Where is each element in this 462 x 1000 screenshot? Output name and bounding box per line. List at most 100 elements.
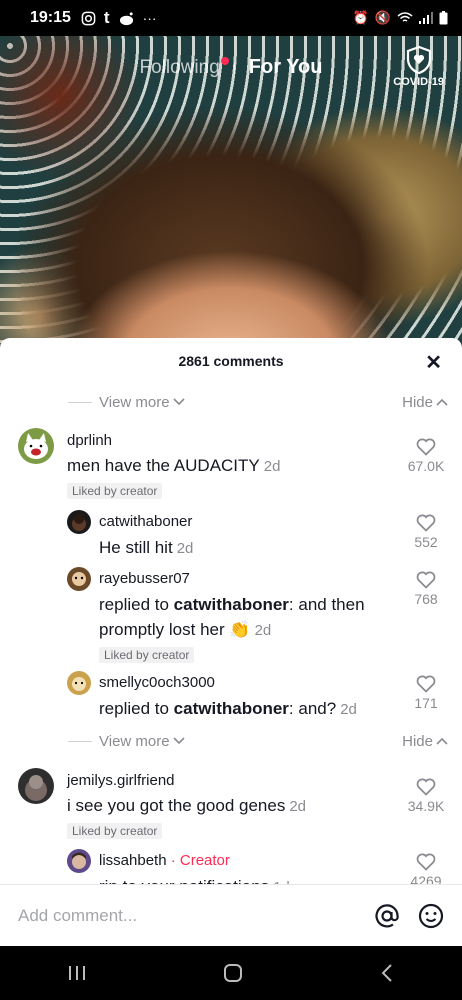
comment-date: 2d bbox=[289, 798, 307, 815]
reply-item: smellyc0och3000 replied to catwithaboner… bbox=[0, 671, 462, 721]
replies-toggle-row: View more Hide bbox=[0, 729, 462, 753]
reply-username: lissahbeth · Creator bbox=[99, 852, 230, 869]
view-more-button[interactable]: View more bbox=[99, 394, 185, 411]
reply-text-line2: promptly lost her 👏 2d bbox=[99, 617, 271, 643]
status-time: 19:15 bbox=[30, 9, 71, 26]
hide-replies-button[interactable]: Hide bbox=[402, 733, 448, 750]
avatar[interactable] bbox=[67, 567, 91, 591]
chevron-down-icon bbox=[173, 737, 185, 745]
liked-by-creator-badge: Liked by creator bbox=[67, 483, 163, 499]
chevron-up-icon bbox=[436, 737, 448, 745]
wifi-icon bbox=[397, 12, 413, 22]
reply-username[interactable]: catwithaboner bbox=[99, 513, 192, 530]
instagram-icon bbox=[81, 11, 96, 25]
liked-by-creator-badge: Liked by creator bbox=[99, 647, 195, 663]
heart-icon bbox=[416, 438, 436, 456]
covid-label: COVID-19 bbox=[393, 76, 444, 88]
replies-toggle-row: View more Hide bbox=[0, 390, 462, 414]
new-content-dot bbox=[220, 56, 229, 65]
comment-body: men have the AUDACITY bbox=[67, 456, 260, 475]
avatar[interactable] bbox=[67, 510, 91, 534]
avatar[interactable] bbox=[18, 768, 54, 804]
avatar[interactable] bbox=[67, 849, 91, 873]
reply-date: 2d bbox=[176, 540, 194, 557]
heart-icon bbox=[416, 514, 436, 532]
heart-icon bbox=[416, 675, 436, 693]
mention-icon[interactable] bbox=[374, 903, 400, 929]
cat-avatar-icon bbox=[24, 433, 48, 459]
avatar[interactable] bbox=[67, 671, 91, 695]
comment-text: i see you got the good genes 2d bbox=[67, 793, 306, 819]
overflow-dots: ··· bbox=[142, 10, 157, 26]
reply-text-line1: replied to catwithaboner: and then bbox=[99, 592, 365, 617]
reply-prefix: replied to bbox=[99, 699, 174, 718]
view-more-button[interactable]: View more bbox=[99, 733, 185, 750]
like-count: 768 bbox=[414, 591, 438, 607]
hide-label: Hide bbox=[402, 732, 433, 750]
heart-icon bbox=[416, 853, 436, 871]
creator-tag: · Creator bbox=[170, 852, 230, 869]
add-comment-input[interactable]: Add comment... bbox=[18, 906, 374, 926]
reply-item: catwithaboner He still hit 2d 552 bbox=[0, 510, 462, 560]
like-button[interactable]: 34.9K bbox=[400, 778, 452, 814]
system-nav-bar bbox=[0, 946, 462, 1000]
like-count: 67.0K bbox=[407, 458, 445, 474]
add-comment-actions bbox=[374, 903, 444, 929]
emoji-icon[interactable] bbox=[418, 903, 444, 929]
liked-by-creator-badge: Liked by creator bbox=[67, 823, 163, 839]
comment-item: jemilys.girlfriend i see you got the goo… bbox=[0, 768, 462, 839]
comment-item: dprlinh men have the AUDACITY 2d Liked by… bbox=[0, 428, 462, 499]
reply-to-username[interactable]: catwithaboner bbox=[174, 699, 289, 718]
mute-icon: 🔇 bbox=[374, 10, 391, 25]
battery-icon bbox=[439, 11, 448, 25]
reply-text: replied to catwithaboner: and? 2d bbox=[99, 696, 357, 722]
tab-for-you[interactable]: For You bbox=[249, 56, 323, 79]
comment-username[interactable]: jemilys.girlfriend bbox=[67, 772, 175, 789]
close-icon[interactable]: ✕ bbox=[425, 350, 442, 375]
like-count: 34.9K bbox=[407, 798, 445, 814]
back-icon[interactable] bbox=[379, 963, 395, 983]
shield-heart-icon bbox=[406, 46, 431, 74]
hide-label: Hide bbox=[402, 393, 433, 411]
recent-apps-icon[interactable] bbox=[67, 964, 87, 982]
notification-icons: t ··· bbox=[81, 8, 157, 28]
covid-button[interactable]: COVID-19 bbox=[393, 46, 444, 88]
reply-item: rayebusser07 replied to catwithaboner: a… bbox=[0, 567, 462, 667]
reply-username[interactable]: rayebusser07 bbox=[99, 570, 190, 587]
home-icon[interactable] bbox=[222, 962, 244, 984]
tab-divider bbox=[233, 61, 235, 74]
view-more-label: View more bbox=[99, 393, 170, 411]
add-comment-bar: Add comment... bbox=[0, 884, 462, 946]
reply-text: He still hit 2d bbox=[99, 535, 193, 561]
reply-username-text[interactable]: lissahbeth bbox=[99, 852, 167, 869]
profile-photo-icon bbox=[72, 572, 86, 586]
reply-username[interactable]: smellyc0och3000 bbox=[99, 674, 215, 691]
status-right-icons: ⏰ 🔇 bbox=[353, 10, 448, 26]
like-count: 171 bbox=[414, 695, 438, 711]
chevron-down-icon bbox=[173, 398, 185, 406]
profile-photo-icon bbox=[25, 775, 47, 801]
heart-icon bbox=[416, 778, 436, 796]
like-button[interactable]: 768 bbox=[400, 571, 452, 607]
hide-replies-button[interactable]: Hide bbox=[402, 394, 448, 411]
reply-to-username[interactable]: catwithaboner bbox=[174, 595, 289, 614]
avatar[interactable] bbox=[18, 428, 54, 464]
comment-body: i see you got the good genes bbox=[67, 796, 286, 815]
comment-text: men have the AUDACITY 2d bbox=[67, 453, 280, 479]
view-more-label: View more bbox=[99, 732, 170, 750]
tab-following[interactable]: Following bbox=[140, 56, 229, 79]
comment-date: 2d bbox=[263, 458, 281, 475]
tumblr-icon: t bbox=[103, 8, 110, 27]
comments-count-title: 2861 comments bbox=[178, 353, 284, 369]
status-bar: 19:15 t ··· ⏰ 🔇 bbox=[0, 0, 462, 36]
reply-body-cont: promptly lost her bbox=[99, 620, 225, 639]
profile-photo-icon bbox=[72, 677, 86, 691]
like-button[interactable]: 67.0K bbox=[400, 438, 452, 474]
like-button[interactable]: 171 bbox=[400, 675, 452, 711]
alarm-icon: ⏰ bbox=[352, 10, 369, 25]
comments-header: 2861 comments ✕ bbox=[0, 338, 462, 384]
divider-line bbox=[68, 402, 92, 403]
like-button[interactable]: 552 bbox=[400, 514, 452, 550]
reply-prefix: replied to bbox=[99, 595, 174, 614]
comment-username[interactable]: dprlinh bbox=[67, 432, 112, 449]
